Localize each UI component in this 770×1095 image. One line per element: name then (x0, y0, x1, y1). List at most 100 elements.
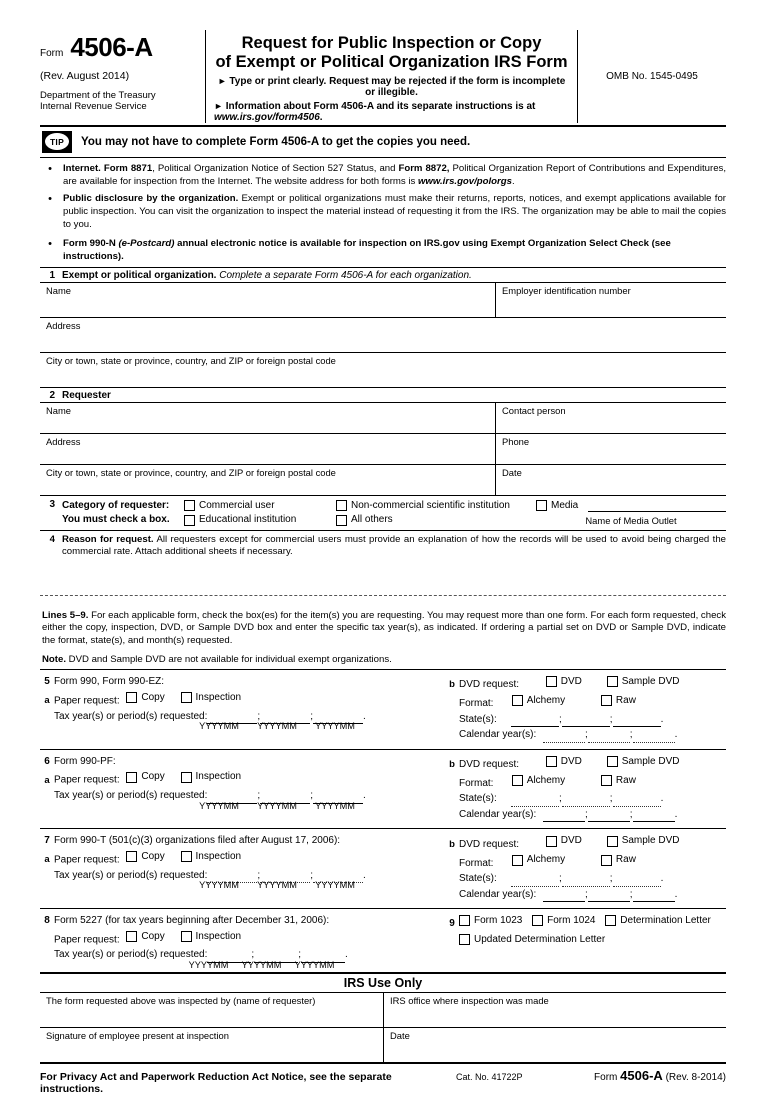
line-5-state-input-2[interactable] (561, 715, 610, 728)
line-6-calyears-row: Calendar year(s):;;. (445, 807, 726, 823)
line-9-checkbox-updated-determination-letter[interactable]: Updated Determination Letter (459, 932, 605, 948)
checkbox-icon-educational-institution[interactable] (184, 514, 195, 526)
line-5-checkbox-raw[interactable]: Raw (600, 693, 636, 709)
section-2-heading-text: Requester (62, 389, 111, 401)
line-9-options-row1: Form 1023 Form 1024 Determination Letter (459, 913, 726, 932)
checkbox-icon-line7-copy[interactable] (126, 851, 138, 863)
checkbox-icon-line5-raw[interactable] (600, 695, 612, 707)
requester-contact-field[interactable]: Contact person (495, 402, 726, 433)
requester-address-field[interactable]: Address (40, 434, 495, 464)
line-5-calyear-input-3[interactable] (632, 731, 675, 743)
line-6-calyear-input-2[interactable] (587, 810, 630, 823)
line-7-calyear-input-1[interactable] (543, 890, 585, 903)
irs-inspected-by-field[interactable]: The form requested above was inspected b… (40, 993, 383, 1027)
line-9-checkbox-form-1023[interactable]: Form 1023 (459, 913, 522, 929)
checkbox-icon-line7-raw[interactable] (600, 854, 612, 866)
org-address-field[interactable]: Address (40, 318, 726, 352)
org-ein-field[interactable]: Employer identification number (495, 282, 726, 317)
checkbox-icon-line6-copy[interactable] (126, 771, 138, 783)
line-8-checkbox-inspection[interactable]: Inspection (180, 929, 241, 945)
line-7-state-input-3[interactable] (612, 875, 661, 887)
checkbox-icon-line6-raw[interactable] (600, 774, 612, 786)
line-5-checkbox-sample-dvd[interactable]: Sample DVD (606, 674, 680, 690)
line-7-state-input-1[interactable] (511, 875, 559, 887)
checkbox-icon-line7-dvd[interactable] (545, 835, 557, 847)
checkbox-icon-line7-inspection[interactable] (180, 851, 192, 863)
line-5-state-input-1[interactable] (511, 715, 559, 728)
checkbox-icon-line5-inspection[interactable] (180, 691, 192, 703)
checkbox-icon-line7-alchemy[interactable] (511, 854, 523, 866)
requester-name-field[interactable]: Name (40, 403, 495, 433)
line-7-checkbox-inspection[interactable]: Inspection (180, 849, 241, 865)
line-6-state-input-1[interactable] (511, 795, 559, 807)
bullet-990n: • Form 990-N (e-Postcard) annual electro… (46, 238, 726, 263)
checkbox-icon-form-1023[interactable] (459, 915, 470, 927)
irs-date-field[interactable]: Date (383, 1027, 726, 1062)
checkbox-educational-institution[interactable]: Educational institution (184, 513, 336, 528)
line-6-calyear-input-1[interactable] (543, 810, 585, 823)
requester-phone-field[interactable]: Phone (495, 433, 726, 464)
line-6-checkbox-sample-dvd[interactable]: Sample DVD (606, 754, 680, 770)
line-5-checkbox-copy[interactable]: Copy (126, 690, 165, 706)
checkbox-icon-line6-alchemy[interactable] (511, 774, 523, 786)
checkbox-icon-form-1024[interactable] (532, 915, 544, 927)
checkbox-icon-line8-copy[interactable] (126, 930, 138, 942)
line-6-checkbox-alchemy[interactable]: Alchemy (511, 773, 565, 789)
checkbox-icon-updated-determination-letter[interactable] (459, 934, 470, 946)
org-name-field[interactable]: Name (40, 283, 495, 317)
checkbox-icon-line7-sample-dvd[interactable] (606, 835, 618, 847)
line-9-checkbox-form-1024[interactable]: Form 1024 (532, 913, 596, 929)
checkbox-icon-determination-letter[interactable] (605, 915, 617, 927)
checkbox-icon-line5-sample-dvd[interactable] (606, 676, 618, 688)
checkbox-icon-line5-copy[interactable] (126, 691, 138, 703)
line-6-checkbox-inspection[interactable]: Inspection (180, 769, 241, 785)
line-5-alchemy-label: Alchemy (526, 695, 566, 706)
checkbox-icon-line5-dvd[interactable] (545, 676, 557, 688)
checkbox-icon-line8-inspection[interactable] (180, 930, 192, 942)
line-5-checkbox-dvd[interactable]: DVD (545, 674, 582, 690)
checkbox-icon-all-others[interactable] (336, 514, 347, 526)
line-6-checkbox-copy[interactable]: Copy (126, 769, 165, 785)
line-7-calyear-input-2[interactable] (587, 890, 630, 903)
checkbox-noncommercial-scientific[interactable]: Non-commercial scientific institution (336, 499, 536, 514)
line-6-calyear-input-3[interactable] (632, 810, 675, 823)
requester-date-field[interactable]: Date (495, 464, 726, 495)
line-7-checkbox-raw[interactable]: Raw (600, 852, 636, 868)
checkbox-all-others[interactable]: All others (336, 513, 536, 528)
irs-office-field[interactable]: IRS office where inspection was made (383, 992, 726, 1027)
line-5-checkbox-alchemy[interactable]: Alchemy (511, 693, 566, 709)
line-5-calyear-input-1[interactable] (543, 731, 585, 743)
line-5-calyear-input-2[interactable] (587, 731, 630, 743)
checkbox-icon-line6-sample-dvd[interactable] (606, 756, 618, 767)
line-7-checkbox-alchemy[interactable]: Alchemy (511, 852, 565, 868)
line-9-checkbox-determination-letter[interactable]: Determination Letter (605, 913, 711, 929)
checkbox-media[interactable]: Media (536, 499, 578, 514)
line-5-state-input-3[interactable] (612, 715, 661, 728)
irs-signature-field[interactable]: Signature of employee present at inspect… (40, 1028, 383, 1062)
checkbox-icon-commercial-user[interactable] (184, 500, 195, 512)
org-city-field[interactable]: City or town, state or province, country… (40, 353, 726, 387)
checkbox-icon-line6-inspection[interactable] (180, 771, 192, 783)
line-5-period: . (362, 710, 366, 722)
line-7-checkbox-dvd[interactable]: DVD (545, 833, 582, 849)
line-7-calyear-input-3[interactable] (632, 890, 675, 903)
line-5-checkbox-inspection[interactable]: Inspection (180, 690, 241, 706)
checkbox-icon-line5-alchemy[interactable] (511, 695, 523, 707)
line-7-taxyears-label: Tax year(s) or period(s) requested: (54, 869, 208, 881)
section-3-label: Category of requester: You must check a … (62, 499, 184, 528)
checkbox-icon-media[interactable] (536, 500, 547, 512)
line-6-checkbox-raw[interactable]: Raw (600, 773, 636, 789)
section-4-writing-area[interactable] (40, 559, 726, 595)
line-6-state-input-2[interactable] (561, 795, 610, 807)
checkbox-icon-line6-dvd[interactable] (545, 756, 557, 767)
line-6-state-input-3[interactable] (612, 795, 661, 807)
checkbox-commercial-user[interactable]: Commercial user (184, 499, 336, 514)
requester-city-field[interactable]: City or town, state or province, country… (40, 465, 495, 495)
checkbox-icon-noncommercial-scientific[interactable] (336, 500, 347, 512)
line-6-checkbox-dvd[interactable]: DVD (545, 754, 582, 770)
line-7-checkbox-sample-dvd[interactable]: Sample DVD (606, 833, 680, 849)
line-7-checkbox-copy[interactable]: Copy (126, 849, 165, 865)
line-7-state-input-2[interactable] (561, 875, 610, 887)
line-8-checkbox-copy[interactable]: Copy (126, 929, 165, 945)
media-outlet-input[interactable] (588, 499, 726, 512)
